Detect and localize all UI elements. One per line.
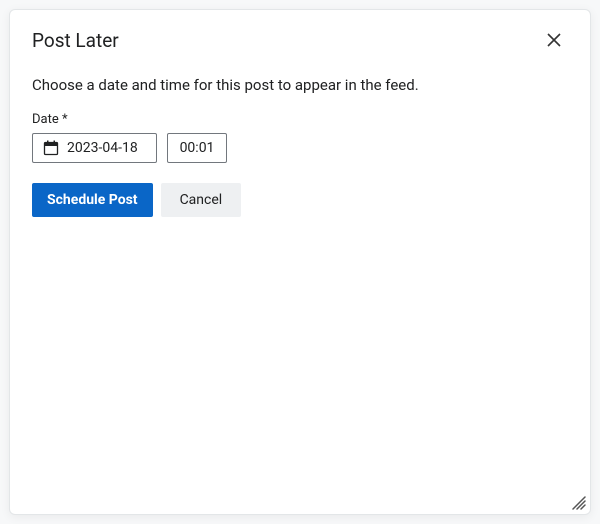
date-field-label: Date * (32, 112, 568, 127)
scroll-spacer (32, 217, 568, 514)
modal-body: Choose a date and time for this post to … (10, 62, 590, 514)
date-input-wrapper[interactable] (32, 133, 157, 163)
close-icon (547, 33, 561, 47)
modal-title: Post Later (32, 29, 119, 52)
time-input-wrapper[interactable] (167, 133, 227, 163)
post-later-modal: Post Later Choose a date and time for th… (9, 9, 591, 515)
button-row: Schedule Post Cancel (32, 183, 568, 217)
calendar-icon (43, 140, 59, 156)
modal-description: Choose a date and time for this post to … (32, 76, 568, 94)
modal-header: Post Later (10, 10, 590, 62)
schedule-post-button[interactable]: Schedule Post (32, 183, 153, 217)
date-input[interactable] (67, 140, 146, 156)
close-button[interactable] (540, 26, 568, 54)
date-time-row (32, 133, 568, 163)
cancel-button[interactable]: Cancel (161, 183, 242, 217)
time-input[interactable] (178, 140, 216, 156)
